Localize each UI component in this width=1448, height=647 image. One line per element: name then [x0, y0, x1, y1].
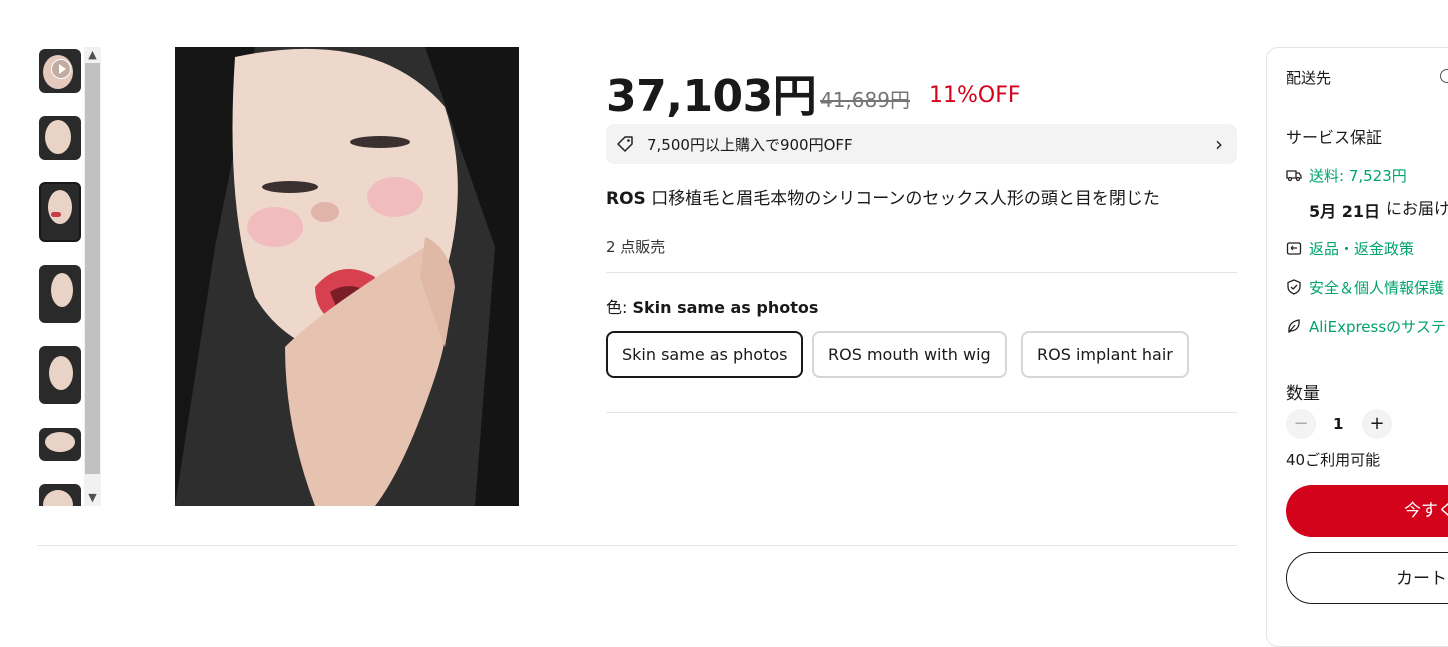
product-title: ROS 口移植毛と眉毛本物のシリコーンのセックス人形の頭と目を閉じた — [606, 184, 1246, 209]
sustainability-link[interactable]: AliExpressのサステ — [1309, 316, 1446, 337]
return-policy-link[interactable]: 返品・返金政策 — [1309, 238, 1414, 259]
main-product-image[interactable] — [175, 47, 519, 506]
quantity-value[interactable]: 1 — [1333, 415, 1343, 433]
divider — [37, 545, 1237, 546]
divider — [606, 272, 1237, 273]
thumbnail-4[interactable] — [39, 346, 81, 404]
divider — [606, 412, 1237, 413]
shipping-fee[interactable]: 送料: 7,523円 — [1309, 165, 1407, 186]
available-count: 40ご利用可能 — [1286, 451, 1381, 469]
leaf-icon — [1288, 319, 1300, 334]
title-brand: ROS — [606, 189, 646, 209]
selected-color: Skin same as photos — [632, 298, 819, 317]
option-ros-mouth-with-wig[interactable]: ROS mouth with wig — [812, 331, 1007, 378]
play-icon — [51, 59, 71, 79]
delivery-suffix: にお届け — [1386, 199, 1448, 218]
thumbnail-3[interactable] — [39, 265, 81, 323]
return-box-icon — [1286, 242, 1302, 255]
quantity-minus-button[interactable]: − — [1286, 409, 1316, 439]
add-to-cart-button[interactable]: カートに — [1286, 552, 1448, 604]
delivery-date: 5月 21日 — [1309, 202, 1380, 221]
buy-now-button[interactable]: 今すぐ — [1286, 485, 1448, 537]
scroll-down-icon[interactable]: ▼ — [84, 490, 101, 506]
original-price: 41,689円 — [820, 88, 910, 112]
truck-icon — [1286, 170, 1302, 182]
coupon-tag-icon — [617, 136, 633, 152]
color-label: 色: Skin same as photos — [606, 294, 818, 318]
coupon-text: 7,500円以上購入で900円OFF — [647, 136, 853, 154]
product-photo — [175, 47, 519, 506]
quantity-plus-button[interactable]: + — [1362, 409, 1392, 439]
thumbnail-video[interactable] — [39, 49, 81, 93]
title-text: 口移植毛と眉毛本物のシリコーンのセックス人形の頭と目を閉じた — [645, 189, 1160, 209]
shipping-to-label: 配送先 — [1286, 69, 1332, 87]
location-icon[interactable] — [1440, 69, 1448, 83]
thumbnail-2-selected[interactable] — [39, 182, 81, 242]
thumbnail-5[interactable] — [39, 428, 81, 461]
security-privacy-link[interactable]: 安全＆個人情報保護 — [1309, 277, 1444, 298]
shield-icon — [1287, 279, 1301, 295]
scroll-up-icon[interactable]: ▲ — [84, 47, 101, 63]
scrollbar-thumb[interactable] — [85, 63, 100, 474]
color-label-prefix: 色: — [606, 298, 633, 317]
sold-count: 2 点販売 — [606, 238, 666, 256]
service-guarantee-header: サービス保証 — [1286, 128, 1383, 147]
thumbnail-1[interactable] — [39, 116, 81, 160]
coupon-banner[interactable]: 7,500円以上購入で900円OFF › — [606, 124, 1237, 164]
quantity-label: 数量 — [1286, 384, 1320, 404]
chevron-right-icon: › — [1215, 132, 1223, 156]
discount-badge: 11%OFF — [929, 83, 1021, 108]
thumbnail-6[interactable] — [39, 484, 81, 506]
option-ros-implant-hair[interactable]: ROS implant hair — [1021, 331, 1189, 378]
option-skin-same-as-photos[interactable]: Skin same as photos — [606, 331, 804, 378]
current-price: 37,103円 — [606, 71, 817, 122]
